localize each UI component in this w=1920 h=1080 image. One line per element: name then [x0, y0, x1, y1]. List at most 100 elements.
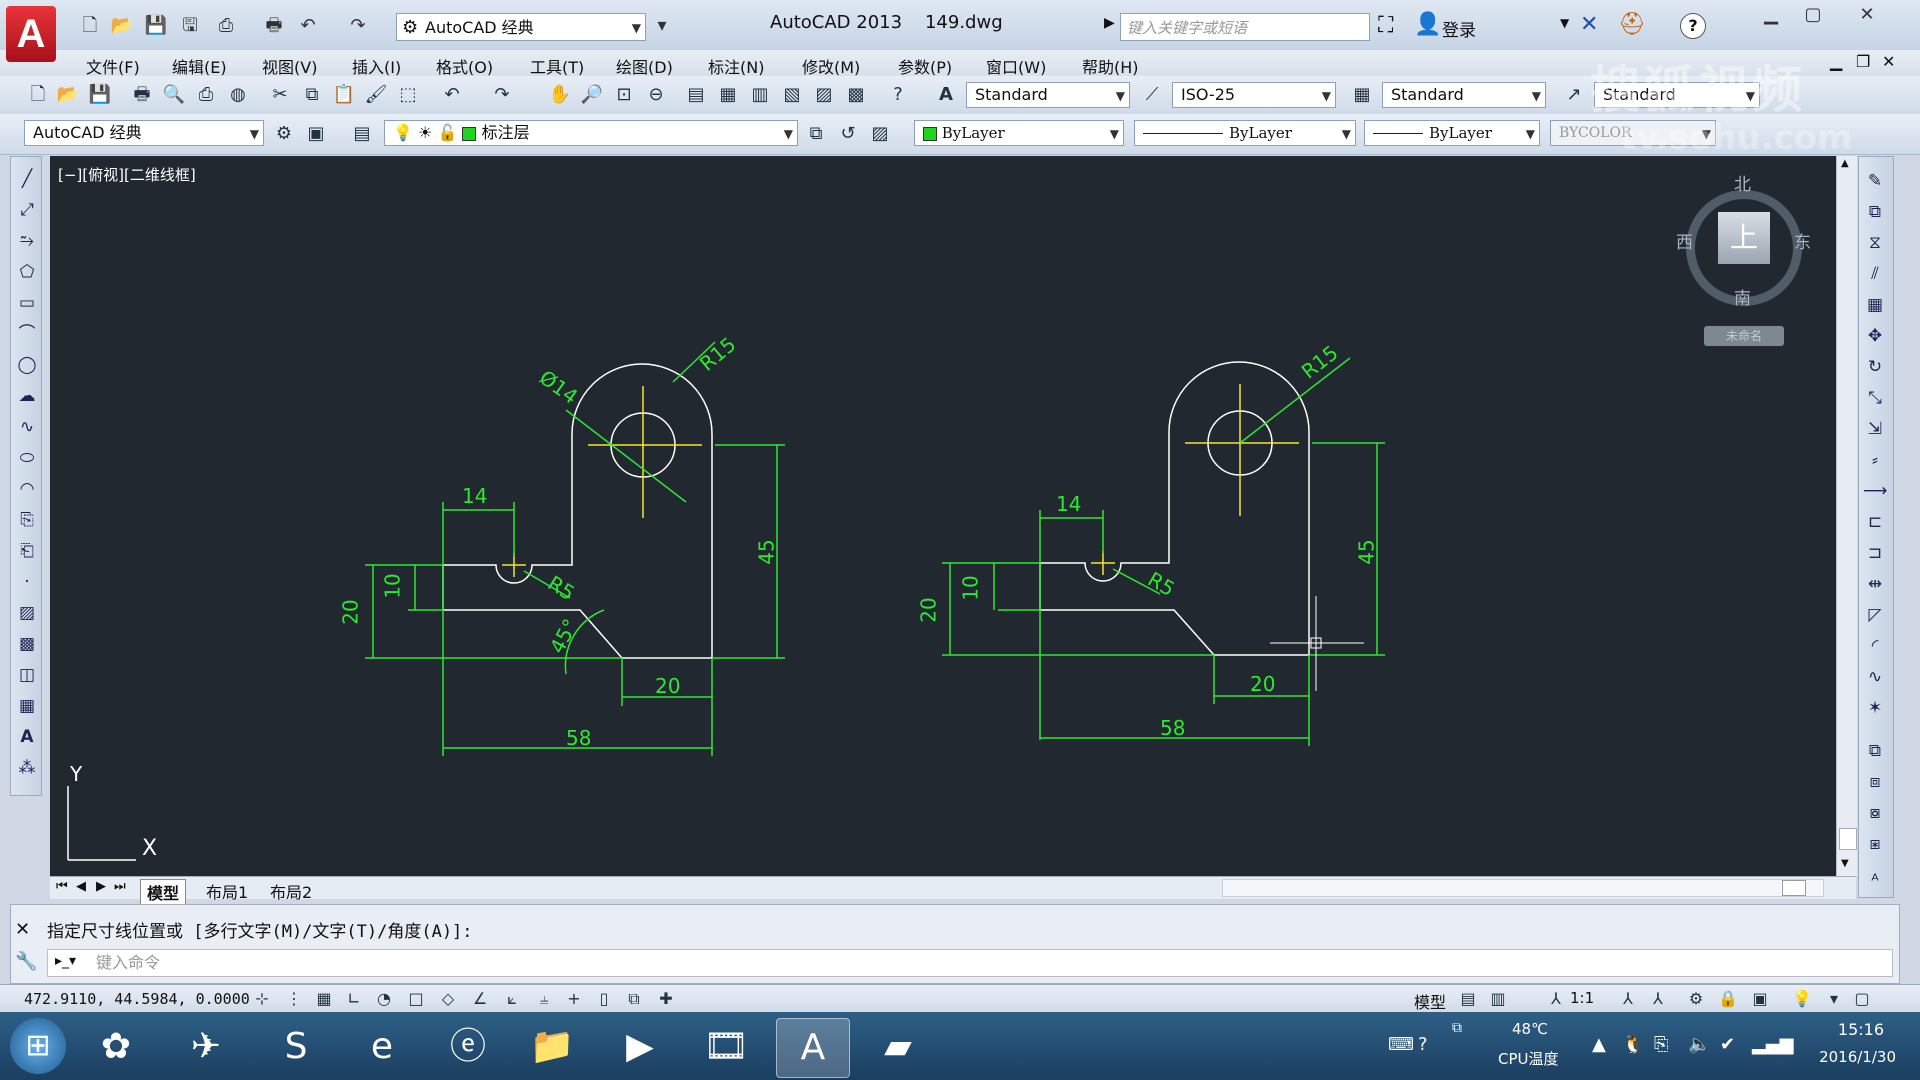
dim-style-icon[interactable]: ⟋ [1140, 83, 1164, 107]
linetype-select[interactable]: ByLayer ▼ [1134, 120, 1356, 146]
scale-icon[interactable]: ⤡ [1863, 386, 1887, 410]
save-icon[interactable]: 💾 [88, 83, 112, 107]
text-front-icon[interactable]: ᴬ [1863, 869, 1887, 893]
layer-properties-icon[interactable]: ▤ [350, 122, 374, 146]
block-editor-icon[interactable]: ⬚ [396, 83, 420, 107]
zoom-window-icon[interactable]: ⊡ [612, 83, 636, 107]
workspace-switch-icon[interactable]: ⚙ [1684, 987, 1708, 1011]
annotation-visibility-icon[interactable]: ⅄ [1616, 987, 1640, 1011]
make-current-layer-icon[interactable]: ⧉ [804, 122, 828, 146]
horizontal-scrollbar[interactable] [1222, 879, 1824, 897]
taskbar-autocad-icon[interactable]: A [776, 1018, 850, 1078]
make-block-icon[interactable]: ⎗ [15, 539, 39, 563]
next-tab-icon[interactable]: ▶ [96, 879, 106, 894]
wrench-icon[interactable]: 🔧 [15, 951, 37, 972]
exchange-x-icon[interactable]: ✕ [1580, 12, 1598, 37]
publish-icon[interactable]: ⎙ [194, 83, 218, 107]
plot-icon[interactable]: 🖶 [130, 83, 154, 107]
search-input[interactable]: 键入关键字或短语 [1120, 13, 1370, 41]
layer-states-icon[interactable]: ▨ [868, 122, 892, 146]
revision-cloud-icon[interactable]: ☁ [15, 384, 39, 408]
menu-edit[interactable]: 编辑(E) [172, 54, 227, 78]
taskbar-sogou-icon[interactable]: S [260, 1018, 332, 1076]
table-style-select[interactable]: Standard ▼ [1382, 82, 1546, 108]
workspace-save-icon[interactable]: ▣ [304, 122, 328, 146]
ortho-mode-icon[interactable]: ∟ [342, 987, 366, 1011]
table-icon[interactable]: ▦ [15, 694, 39, 718]
paste-icon[interactable]: 📋 [332, 83, 356, 107]
ellipse-icon[interactable]: ⬭ [15, 446, 39, 470]
construction-line-icon[interactable]: ⤢ [15, 198, 39, 222]
mtext-icon[interactable]: A [15, 725, 39, 749]
taskbar-ie2-icon[interactable]: ⓔ [432, 1018, 504, 1076]
auto-scale-icon[interactable]: ⅄ [1646, 987, 1670, 1011]
grid-display-icon[interactable]: ▦ [312, 987, 336, 1011]
copy-object-icon[interactable]: ⧉ [1863, 200, 1887, 224]
snap-mode-icon[interactable]: ⋮ [282, 987, 306, 1011]
clean-screen-icon[interactable]: ▢ [1850, 987, 1874, 1011]
menu-tools[interactable]: 工具(T) [530, 54, 584, 78]
menu-modify[interactable]: 修改(M) [802, 54, 860, 78]
extend-icon[interactable]: ⟶ [1863, 479, 1887, 503]
open-icon[interactable]: 📂 [56, 83, 80, 107]
table-style-icon[interactable]: ▦ [1350, 83, 1374, 107]
cut-icon[interactable]: ✂ [268, 83, 292, 107]
infer-constraints-icon[interactable]: ⊹ [250, 987, 274, 1011]
viewcube-east[interactable]: 东 [1794, 228, 1811, 253]
lineweight-select[interactable]: ByLayer ▼ [1364, 120, 1540, 146]
mdi-restore-button[interactable]: ❐ [1856, 52, 1870, 71]
point-icon[interactable]: · [15, 570, 39, 594]
lineweight-icon[interactable]: + [562, 987, 586, 1011]
dynamic-ucs-icon[interactable]: ⟀ [500, 987, 524, 1011]
start-button[interactable]: ⊞ [10, 1018, 66, 1074]
calculator-icon[interactable]: ▩ [844, 83, 868, 107]
spline-icon[interactable]: ∿ [15, 415, 39, 439]
publish-icon[interactable]: ⎙ [214, 14, 238, 38]
new-file-icon[interactable]: 🗋 [78, 14, 102, 38]
autodesk-app-icon[interactable]: ⛑ [1618, 12, 1646, 37]
tray-window-icon[interactable]: ⧉ [1452, 1020, 1462, 1036]
design-center-icon[interactable]: ▦ [716, 83, 740, 107]
mdi-minimize-button[interactable]: ▁ [1830, 52, 1842, 71]
help-tray-icon[interactable]: ? [1418, 1034, 1428, 1055]
taskbar-player-icon[interactable]: ▶ [604, 1018, 676, 1076]
blend-curves-icon[interactable]: ∿ [1863, 665, 1887, 689]
plot-preview-icon[interactable]: 🔍 [162, 83, 186, 107]
zoom-previous-icon[interactable]: ⊖ [644, 83, 668, 107]
command-input[interactable]: 键入命令 [47, 949, 1893, 977]
line-icon[interactable]: ╱ [15, 167, 39, 191]
tab-layout1[interactable]: 布局1 [200, 879, 254, 903]
redo-icon[interactable]: ↷ [490, 83, 514, 107]
vertical-scrollbar[interactable]: ▲ ▼ [1836, 156, 1857, 876]
properties-icon[interactable]: ▤ [684, 83, 708, 107]
layer-previous-icon[interactable]: ↺ [836, 122, 860, 146]
save-icon[interactable]: 💾 [144, 14, 168, 38]
tool-palettes-icon[interactable]: ▥ [748, 83, 772, 107]
color-select[interactable]: ByLayer ▼ [914, 120, 1124, 146]
fillet-icon[interactable]: ◜ [1863, 634, 1887, 658]
viewcube-north[interactable]: 北 [1734, 170, 1751, 195]
open-file-icon[interactable]: 📂 [110, 14, 134, 38]
viewcube-top-face[interactable]: 上 [1718, 212, 1770, 264]
keyboard-icon[interactable]: ⌨ [1388, 1034, 1414, 1055]
polygon-icon[interactable]: ⬠ [15, 260, 39, 284]
zoom-realtime-icon[interactable]: 🔎 [580, 83, 604, 107]
taskbar-bird-icon[interactable]: ✈ [170, 1018, 242, 1076]
first-tab-icon[interactable]: ⏮ [56, 879, 68, 894]
selection-cycling-icon[interactable]: ✚ [654, 987, 678, 1011]
menu-file[interactable]: 文件(F) [86, 54, 140, 78]
menu-insert[interactable]: 插入(I) [352, 54, 401, 78]
draworder-above-icon[interactable]: ⧇ [1863, 801, 1887, 825]
chamfer-icon[interactable]: ◸ [1863, 603, 1887, 627]
stretch-icon[interactable]: ⇲ [1863, 417, 1887, 441]
text-style-select[interactable]: Standard ▼ [966, 82, 1130, 108]
save-as-icon[interactable]: 🖫 [178, 14, 202, 38]
quick-view-drawings-icon[interactable]: ▥ [1486, 987, 1510, 1011]
qq-icon[interactable]: 🐧 [1622, 1034, 1644, 1055]
close-icon[interactable]: ✕ [15, 919, 30, 940]
volume-icon[interactable]: 🔈 [1688, 1034, 1710, 1055]
wcs-menu[interactable]: 未命名 [1704, 326, 1784, 346]
add-selected-icon[interactable]: ⁂ [15, 756, 39, 780]
rectangle-icon[interactable]: ▭ [15, 291, 39, 315]
arc-icon[interactable]: ⌒ [15, 322, 39, 346]
